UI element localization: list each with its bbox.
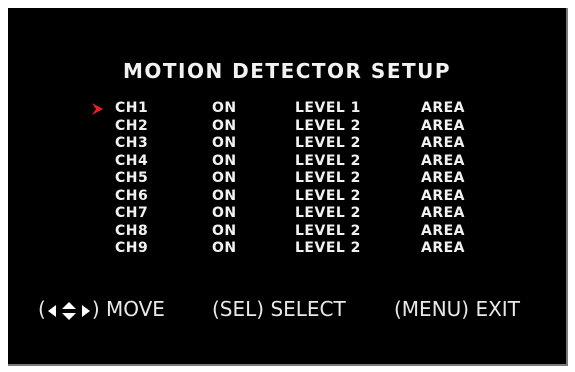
- channel-level[interactable]: LEVEL 2: [295, 118, 361, 135]
- page-title: MOTION DETECTOR SETUP: [122, 59, 452, 83]
- channel-state[interactable]: ON: [212, 100, 237, 117]
- move-hint: ( ) MOVE: [38, 297, 165, 321]
- channel-level[interactable]: LEVEL 2: [295, 153, 361, 170]
- channel-name: CH6: [115, 187, 149, 204]
- channel-area[interactable]: AREA: [421, 240, 465, 257]
- channel-area[interactable]: AREA: [421, 223, 465, 240]
- channel-area[interactable]: AREA: [421, 205, 465, 222]
- channel-name: CH8: [115, 222, 149, 239]
- channel-level[interactable]: LEVEL 2: [295, 205, 361, 222]
- channel-level[interactable]: LEVEL 1: [295, 100, 361, 117]
- channel-name: CH1: [115, 100, 149, 116]
- channel-name: CH5: [115, 170, 149, 186]
- channel-area[interactable]: AREA: [421, 153, 465, 170]
- selection-cursor-icon: [92, 103, 103, 115]
- channel-row[interactable]: CH4 ON LEVEL 2 AREA: [8, 153, 566, 170]
- channel-level[interactable]: LEVEL 2: [295, 188, 361, 205]
- move-hint-open: (: [38, 297, 46, 321]
- arrow-keys-icon: [47, 301, 90, 320]
- channel-name: CH2: [115, 117, 149, 134]
- channel-level[interactable]: LEVEL 2: [295, 223, 361, 240]
- channel-row[interactable]: CH9 ON LEVEL 2 AREA: [8, 240, 566, 257]
- channel-level[interactable]: LEVEL 2: [295, 135, 361, 152]
- channel-level[interactable]: LEVEL 2: [295, 170, 361, 187]
- channel-row[interactable]: CH7 ON LEVEL 2 AREA: [8, 205, 566, 222]
- channel-state[interactable]: ON: [212, 135, 237, 152]
- channel-row[interactable]: CH8 ON LEVEL 2 AREA: [8, 223, 566, 240]
- channel-name: CH4: [115, 152, 149, 169]
- channel-state[interactable]: ON: [212, 153, 237, 170]
- channel-name: CH7: [115, 205, 149, 221]
- channel-area[interactable]: AREA: [421, 118, 465, 135]
- channel-row[interactable]: CH2 ON LEVEL 2 AREA: [8, 118, 566, 135]
- channel-area[interactable]: AREA: [421, 170, 465, 187]
- channel-state[interactable]: ON: [212, 223, 237, 240]
- channel-state[interactable]: ON: [212, 188, 237, 205]
- channel-name: CH9: [115, 240, 149, 256]
- osd-frame: MOTION DETECTOR SETUP CH1 ON LEVEL 1 ARE…: [3, 3, 572, 369]
- channel-row[interactable]: CH3 ON LEVEL 2 AREA: [8, 135, 566, 152]
- channel-row[interactable]: CH6 ON LEVEL 2 AREA: [8, 188, 566, 205]
- channel-area[interactable]: AREA: [421, 100, 465, 117]
- channel-state[interactable]: ON: [212, 205, 237, 222]
- key-hints: ( ) MOVE (SEL) SELECT (MENU) EXIT: [8, 297, 566, 321]
- channel-state[interactable]: ON: [212, 170, 237, 187]
- move-hint-label: ) MOVE: [91, 297, 165, 321]
- channel-row[interactable]: CH1 ON LEVEL 1 AREA: [8, 100, 566, 117]
- channel-level[interactable]: LEVEL 2: [295, 240, 361, 257]
- channel-area[interactable]: AREA: [421, 135, 465, 152]
- channel-state[interactable]: ON: [212, 240, 237, 257]
- channel-state[interactable]: ON: [212, 118, 237, 135]
- osd-screen: MOTION DETECTOR SETUP CH1 ON LEVEL 1 ARE…: [8, 8, 568, 366]
- channel-area[interactable]: AREA: [421, 188, 465, 205]
- exit-hint: (MENU) EXIT: [394, 297, 520, 321]
- channel-name: CH3: [115, 135, 149, 151]
- select-hint: (SEL) SELECT: [212, 297, 346, 321]
- channel-row[interactable]: CH5 ON LEVEL 2 AREA: [8, 170, 566, 187]
